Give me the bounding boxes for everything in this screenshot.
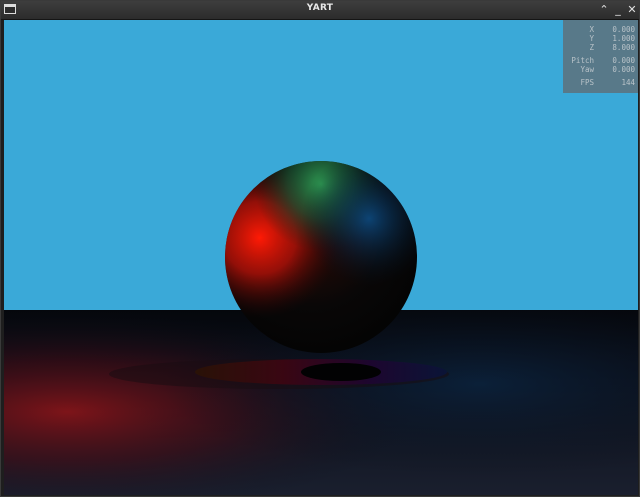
hud-label: Pitch xyxy=(571,56,594,65)
close-icon[interactable]: ✕ xyxy=(625,2,639,17)
hud-value: 144 xyxy=(621,78,635,87)
hud-value: 1.000 xyxy=(612,34,635,43)
hud-label: FPS xyxy=(580,78,594,87)
hud-row-z: Z 8.000 xyxy=(563,43,638,52)
hud-row-fps: FPS 144 xyxy=(563,78,638,87)
app-window: YART ⌃ _ ✕ X 0.000 Y 1.000 Z 8.000 Pitch… xyxy=(0,0,640,497)
hud-label: Y xyxy=(589,34,594,43)
raytraced-scene xyxy=(4,20,638,495)
window-title: YART xyxy=(306,3,334,13)
hud-value: 0.000 xyxy=(612,56,635,65)
hud-row-yaw: Yaw 0.000 xyxy=(563,65,638,74)
title-bar[interactable]: YART ⌃ _ ✕ xyxy=(1,1,639,20)
hud-label: Z xyxy=(589,43,594,52)
maximize-icon[interactable]: ⌃ xyxy=(597,2,611,17)
hud-label: Yaw xyxy=(580,65,594,74)
hud-row-x: X 0.000 xyxy=(563,25,638,34)
hud-value: 8.000 xyxy=(612,43,635,52)
sphere xyxy=(225,161,417,353)
hud-row-pitch: Pitch 0.000 xyxy=(563,56,638,65)
umbra-shadow xyxy=(301,363,381,381)
hud-label: X xyxy=(589,25,594,34)
hud-value: 0.000 xyxy=(612,25,635,34)
hud-value: 0.000 xyxy=(612,65,635,74)
render-viewport[interactable]: X 0.000 Y 1.000 Z 8.000 Pitch 0.000 Yaw … xyxy=(4,20,638,495)
hud-row-y: Y 1.000 xyxy=(563,34,638,43)
minimize-icon[interactable]: _ xyxy=(611,2,625,17)
camera-hud: X 0.000 Y 1.000 Z 8.000 Pitch 0.000 Yaw … xyxy=(563,20,638,93)
